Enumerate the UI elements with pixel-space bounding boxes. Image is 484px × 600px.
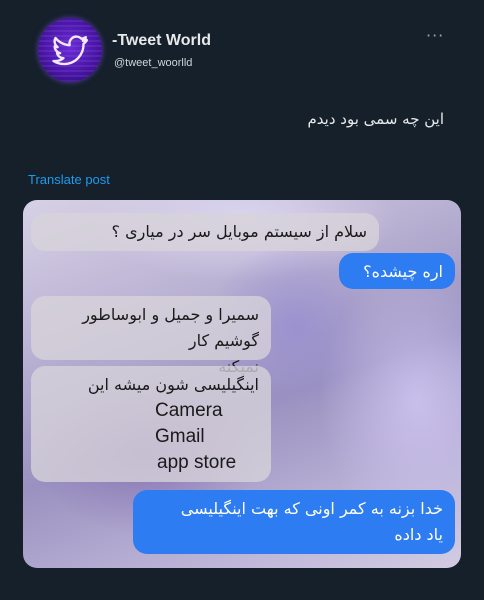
message-text-line: سمیرا و جمیل و ابوساطور گوشیم کار — [82, 305, 259, 350]
message-text-line: خدا بزنه به کمر اونی که بهت اینگیلیسی — [180, 499, 443, 518]
chat-message-outgoing: اره چیشده؟ — [339, 253, 455, 289]
bird-icon — [52, 35, 89, 66]
chat-message-outgoing: خدا بزنه به کمر اونی که بهت اینگیلیسی یا… — [133, 490, 455, 554]
tweet-header: -Tweet World @tweet_woorlld ··· — [38, 18, 478, 84]
chat-message-incoming: سلام از سیستم موبایل سر در میاری ؟ — [31, 213, 379, 251]
message-text-line: app store — [157, 452, 237, 473]
message-text: سلام از سیستم موبایل سر در میاری ؟ — [111, 222, 367, 241]
post-text: این چه سمی بود دیدم — [307, 110, 444, 128]
message-text: اره چیشده؟ — [363, 262, 443, 281]
post-image[interactable]: سلام از سیستم موبایل سر در میاری ؟ اره چ… — [23, 200, 461, 568]
user-handle[interactable]: @tweet_woorlld — [114, 57, 192, 69]
message-text-line: Camera — [155, 400, 223, 421]
display-name[interactable]: -Tweet World — [112, 32, 211, 50]
message-text-line: یاد داده — [394, 525, 443, 544]
translate-post-link[interactable]: Translate post — [28, 172, 110, 187]
message-text-line: Gmail — [155, 426, 205, 447]
avatar[interactable] — [38, 18, 102, 82]
more-icon[interactable]: ··· — [426, 26, 444, 45]
chat-message-incoming: اینگیلیسی شون میشه این Camera Gmail app … — [31, 366, 271, 482]
chat-message-incoming: سمیرا و جمیل و ابوساطور گوشیم کار نمیکنه — [31, 296, 271, 376]
message-text-line: اینگیلیسی شون میشه این — [87, 375, 259, 394]
